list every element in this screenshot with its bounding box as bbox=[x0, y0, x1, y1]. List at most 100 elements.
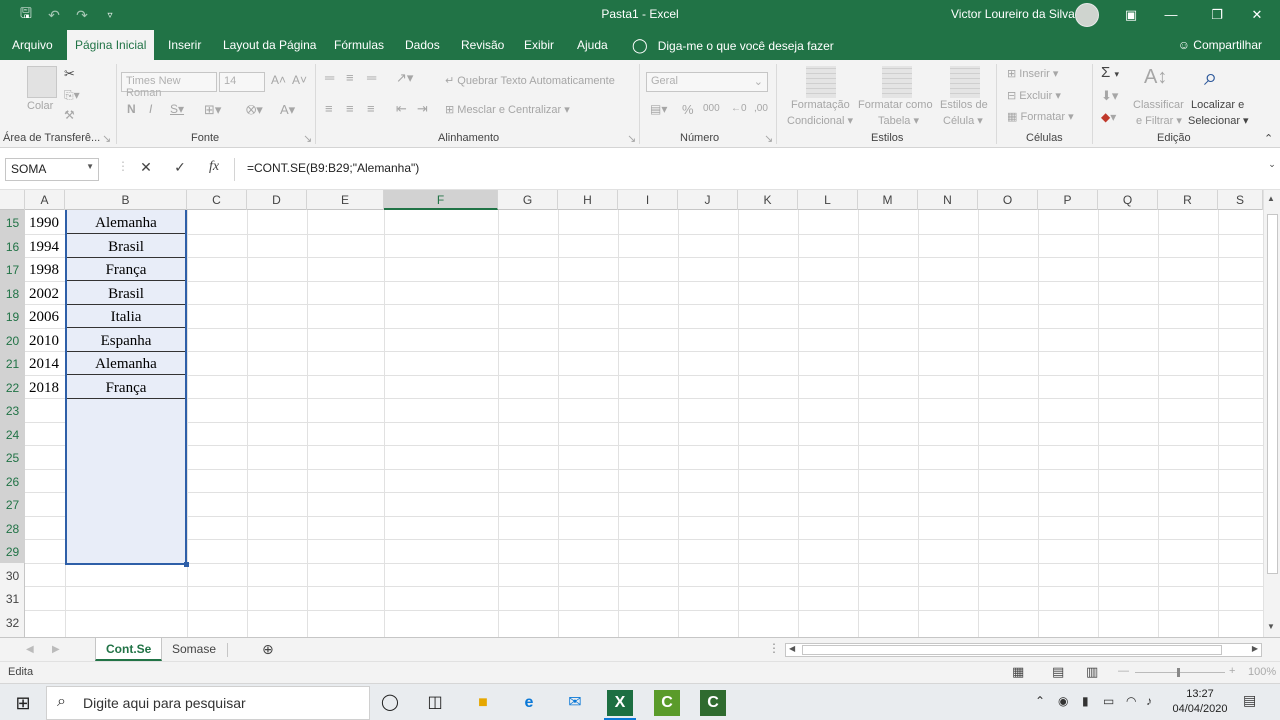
tab-arquivo[interactable]: Arquivo bbox=[4, 30, 61, 60]
cortana-icon[interactable]: ◯ bbox=[377, 690, 403, 716]
cell-country[interactable]: Italia bbox=[67, 304, 185, 328]
row-header[interactable]: 30 bbox=[0, 563, 25, 587]
conditional-format-label-2[interactable]: Condicional ▾ bbox=[787, 114, 853, 127]
add-sheet-icon[interactable]: ⊕ bbox=[252, 638, 284, 661]
scroll-right-icon[interactable]: ▶ bbox=[1252, 644, 1258, 653]
column-header[interactable]: D bbox=[247, 190, 307, 210]
column-header[interactable]: I bbox=[618, 190, 678, 210]
row-header[interactable]: 31 bbox=[0, 586, 25, 610]
column-header[interactable]: R bbox=[1158, 190, 1218, 210]
select-all-corner[interactable] bbox=[0, 190, 25, 210]
zoom-out-icon[interactable]: — bbox=[1118, 665, 1129, 677]
clock-time[interactable]: 13:27 bbox=[1182, 688, 1218, 700]
currency-icon[interactable]: ▤▾ bbox=[650, 102, 667, 116]
row-header[interactable]: 15 bbox=[0, 210, 25, 234]
next-sheet-icon[interactable]: ▶ bbox=[42, 638, 70, 661]
collapse-ribbon-icon[interactable]: ⌃ bbox=[1264, 132, 1273, 145]
increase-decimal-icon[interactable]: ←0 bbox=[731, 103, 747, 114]
horizontal-scrollbar[interactable]: ◀ ▶ bbox=[785, 643, 1262, 657]
column-header[interactable]: K bbox=[738, 190, 798, 210]
expand-formula-icon[interactable]: ⌄ bbox=[1260, 159, 1280, 179]
conditional-format-label-1[interactable]: Formatação bbox=[791, 99, 850, 111]
fill-icon[interactable]: ⬇▾ bbox=[1101, 88, 1118, 104]
row-header[interactable]: 27 bbox=[0, 492, 25, 516]
row-header[interactable]: 25 bbox=[0, 445, 25, 469]
copy-icon[interactable]: ⎘▾ bbox=[64, 88, 80, 103]
find-select-icon[interactable]: ⌕ bbox=[1204, 64, 1234, 96]
font-launcher-icon[interactable]: ↘ bbox=[303, 132, 312, 145]
row-header[interactable]: 28 bbox=[0, 516, 25, 540]
align-top-icon[interactable]: ═ bbox=[325, 70, 334, 85]
file-explorer-icon[interactable]: ■ bbox=[470, 690, 496, 716]
cell-country[interactable]: Brasil bbox=[67, 281, 185, 305]
excel-icon[interactable]: X bbox=[607, 690, 633, 716]
align-center-icon[interactable]: ≡ bbox=[346, 101, 354, 116]
tell-me-search[interactable]: ◯ Diga-me o que você deseja fazer bbox=[632, 30, 834, 60]
column-header[interactable]: H bbox=[558, 190, 618, 210]
decrease-indent-icon[interactable]: ⇤ bbox=[396, 101, 407, 117]
cell-styles-icon[interactable] bbox=[950, 66, 980, 98]
h-scroll-thumb[interactable] bbox=[802, 645, 1222, 655]
grow-font-icon[interactable]: A˄ bbox=[271, 73, 286, 87]
cell-year[interactable]: 1994 bbox=[26, 234, 64, 258]
conditional-format-icon[interactable] bbox=[806, 66, 836, 98]
formula-input[interactable]: =CONT.SE(B9:B29;"Alemanha") bbox=[234, 158, 1264, 181]
row-header[interactable]: 22 bbox=[0, 375, 25, 399]
column-header[interactable]: J bbox=[678, 190, 738, 210]
find-select-label-2[interactable]: Selecionar ▾ bbox=[1188, 114, 1249, 127]
column-header[interactable]: F bbox=[384, 190, 498, 210]
zoom-slider[interactable] bbox=[1135, 668, 1225, 677]
font-size-combo[interactable]: 14 bbox=[219, 72, 265, 92]
clear-icon[interactable]: ◆▾ bbox=[1101, 110, 1116, 124]
cell-year[interactable]: 2018 bbox=[26, 375, 64, 399]
paste-icon[interactable] bbox=[27, 66, 57, 98]
column-header[interactable]: L bbox=[798, 190, 858, 210]
cell-year[interactable]: 2010 bbox=[26, 328, 64, 352]
column-header[interactable]: P bbox=[1038, 190, 1098, 210]
sheet-tab-cont-se[interactable]: Cont.Se bbox=[95, 638, 163, 661]
column-header[interactable]: O bbox=[978, 190, 1038, 210]
windows-start-icon[interactable]: ⊞ bbox=[10, 690, 36, 716]
shrink-font-icon[interactable]: A˅ bbox=[292, 73, 307, 87]
number-launcher-icon[interactable]: ↘ bbox=[764, 132, 773, 145]
row-header[interactable]: 24 bbox=[0, 422, 25, 446]
align-left-icon[interactable]: ≡ bbox=[325, 101, 333, 116]
find-select-label-1[interactable]: Localizar e bbox=[1191, 99, 1244, 111]
row-header[interactable]: 20 bbox=[0, 328, 25, 352]
camtasia-icon[interactable]: C bbox=[654, 690, 680, 716]
scroll-down-icon[interactable]: ▼ bbox=[1267, 622, 1275, 631]
align-right-icon[interactable]: ≡ bbox=[367, 101, 375, 116]
bold-icon[interactable]: N bbox=[127, 102, 136, 116]
borders-icon[interactable]: ⊞▾ bbox=[204, 102, 221, 118]
task-view-icon[interactable]: ◫ bbox=[422, 690, 448, 716]
column-header[interactable]: C bbox=[187, 190, 247, 210]
show-hidden-icons[interactable]: ⌃ bbox=[1035, 694, 1045, 708]
insert-function-icon[interactable]: fx bbox=[202, 159, 226, 179]
fill-color-icon[interactable]: ⭙▾ bbox=[246, 102, 263, 118]
align-bottom-icon[interactable]: ═ bbox=[367, 70, 376, 85]
number-format-combo[interactable]: Geral ⌄ bbox=[646, 72, 768, 92]
orientation-icon[interactable]: ↗▾ bbox=[396, 70, 413, 86]
autosum-icon[interactable]: Σ ▾ bbox=[1101, 64, 1119, 81]
cell-year[interactable]: 1998 bbox=[26, 257, 64, 281]
sort-filter-label-1[interactable]: Classificar bbox=[1133, 99, 1184, 111]
column-header[interactable]: A bbox=[25, 190, 65, 210]
notifications-icon[interactable]: ▤ bbox=[1243, 692, 1256, 709]
clock-date[interactable]: 04/04/2020 bbox=[1168, 703, 1232, 715]
worksheet-grid[interactable]: A B C D E F G H I J K L M N O P Q R S 15… bbox=[0, 190, 1280, 637]
close-icon[interactable]: ✕ bbox=[1234, 0, 1280, 30]
sheet-tab-somase[interactable]: Somase bbox=[162, 638, 226, 661]
column-header[interactable]: M bbox=[858, 190, 918, 210]
underline-icon[interactable]: S▾ bbox=[170, 102, 184, 116]
insert-cells-button[interactable]: ⊞ Inserir ▾ bbox=[1007, 67, 1058, 80]
cut-icon[interactable]: ✂ bbox=[64, 66, 75, 82]
cell-country[interactable]: Brasil bbox=[67, 234, 185, 258]
camtasia-recorder-icon[interactable]: C bbox=[700, 690, 726, 716]
tab-formulas[interactable]: Fórmulas bbox=[326, 30, 392, 60]
cell-country[interactable]: Alemanha bbox=[67, 210, 185, 234]
tab-ajuda[interactable]: Ajuda bbox=[569, 30, 616, 60]
minimize-icon[interactable]: — bbox=[1148, 0, 1194, 30]
avatar[interactable] bbox=[1075, 3, 1099, 27]
align-middle-icon[interactable]: ≡ bbox=[346, 70, 354, 85]
volume-icon[interactable]: ♪ bbox=[1146, 694, 1152, 708]
